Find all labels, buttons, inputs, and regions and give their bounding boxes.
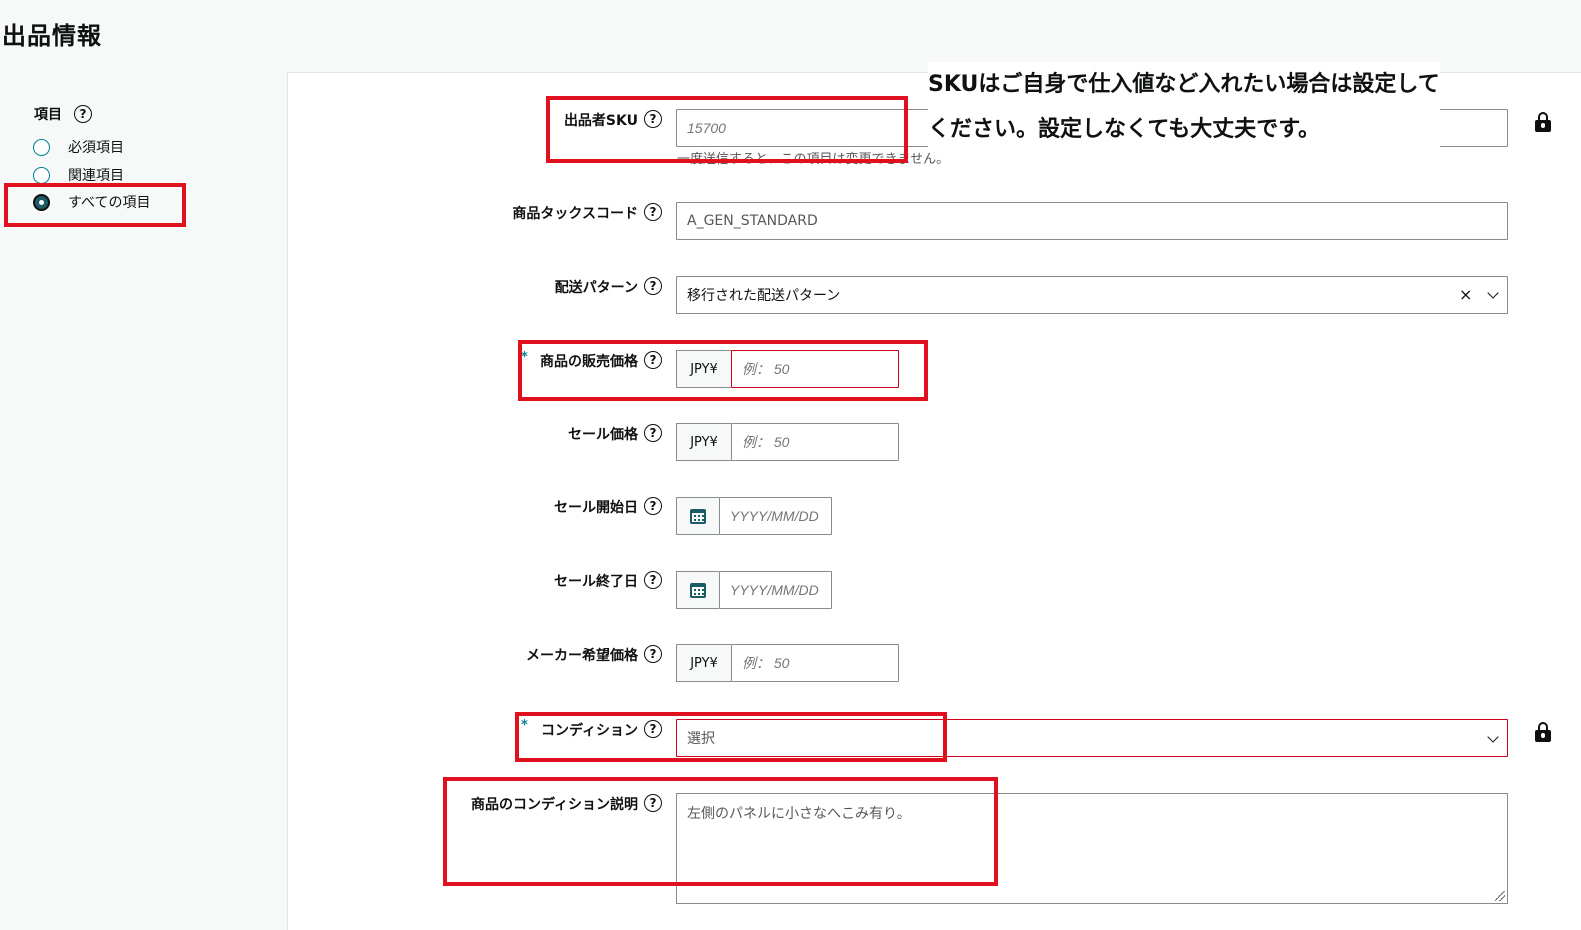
- price-currency: JPY¥: [676, 350, 731, 388]
- required-mark: *: [521, 350, 528, 365]
- help-icon[interactable]: ?: [644, 571, 662, 589]
- annotation-line-1: SKUはご自身で仕入値など入れたい場合は設定して: [928, 72, 1440, 97]
- tax-code-input[interactable]: A_GEN_STANDARD: [676, 202, 1508, 240]
- radio-button[interactable]: [33, 138, 50, 156]
- sale-end-label: セール終了日: [554, 574, 638, 590]
- msrp-input[interactable]: [731, 644, 899, 682]
- radio-label: 関連項目: [68, 168, 124, 184]
- sale-start-label: セール開始日: [554, 500, 638, 516]
- condition-value: 選択: [687, 731, 715, 747]
- lock-icon: [1535, 112, 1551, 132]
- sale-start-input[interactable]: [719, 497, 832, 535]
- calendar-button[interactable]: [676, 497, 719, 535]
- help-icon[interactable]: ?: [644, 277, 662, 295]
- shipping-label: 配送パターン: [554, 280, 638, 296]
- help-icon[interactable]: ?: [644, 110, 662, 128]
- radio-label: すべての項目: [68, 195, 151, 211]
- radio-related-fields[interactable]: 関連項目: [33, 165, 124, 185]
- price-input[interactable]: [731, 350, 899, 388]
- sale-price-input[interactable]: [731, 423, 899, 461]
- annotation-text: SKUはご自身で仕入値など入れたい場合は設定して ください。設定しなくても大丈夫…: [928, 62, 1440, 152]
- calendar-button[interactable]: [676, 571, 719, 609]
- radio-all-fields[interactable]: すべての項目: [33, 192, 150, 212]
- radio-label: 必須項目: [68, 140, 124, 156]
- sale-price-currency: JPY¥: [676, 423, 731, 461]
- calendar-icon: [690, 508, 706, 524]
- lock-icon: [1535, 722, 1551, 742]
- radio-button-checked[interactable]: [33, 193, 50, 211]
- tax-code-label: 商品タックスコード: [512, 206, 638, 222]
- msrp-currency: JPY¥: [676, 644, 731, 682]
- clear-icon[interactable]: ×: [1459, 285, 1472, 304]
- help-icon[interactable]: ?: [74, 105, 92, 123]
- help-icon[interactable]: ?: [644, 645, 662, 663]
- sku-hint: 一度送信すると、この項目は変更できません。: [677, 152, 950, 167]
- help-icon[interactable]: ?: [644, 203, 662, 221]
- calendar-icon: [690, 582, 706, 598]
- shipping-select[interactable]: 移行された配送パターン: [676, 276, 1508, 314]
- resize-handle[interactable]: [1495, 891, 1505, 901]
- condition-note-textarea[interactable]: 左側のパネルに小さなへこみ有り。: [676, 793, 1508, 904]
- sidebar-heading: 項目 ?: [34, 104, 92, 124]
- condition-note-label: 商品のコンディション説明: [470, 797, 638, 813]
- sidebar-heading-label: 項目: [34, 107, 62, 123]
- shipping-value: 移行された配送パターン: [687, 288, 841, 304]
- price-label: 商品の販売価格: [540, 354, 638, 370]
- help-icon[interactable]: ?: [644, 351, 662, 369]
- help-icon[interactable]: ?: [644, 794, 662, 812]
- sale-price-label: セール価格: [568, 427, 638, 443]
- help-icon[interactable]: ?: [644, 424, 662, 442]
- condition-note-value: 左側のパネルに小さなへこみ有り。: [687, 806, 911, 822]
- condition-label: コンディション: [540, 723, 638, 739]
- annotation-line-2: ください。設定しなくても大丈夫です。: [928, 117, 1321, 142]
- radio-button[interactable]: [33, 166, 50, 184]
- condition-select[interactable]: 選択: [676, 719, 1508, 757]
- radio-required-fields[interactable]: 必須項目: [33, 137, 124, 157]
- help-icon[interactable]: ?: [644, 497, 662, 515]
- sale-end-input[interactable]: [719, 571, 832, 609]
- required-mark: *: [521, 718, 528, 733]
- page-title: 出品情報: [2, 22, 102, 50]
- sku-label: 出品者SKU: [563, 113, 638, 129]
- msrp-label: メーカー希望価格: [526, 648, 638, 664]
- help-icon[interactable]: ?: [644, 720, 662, 738]
